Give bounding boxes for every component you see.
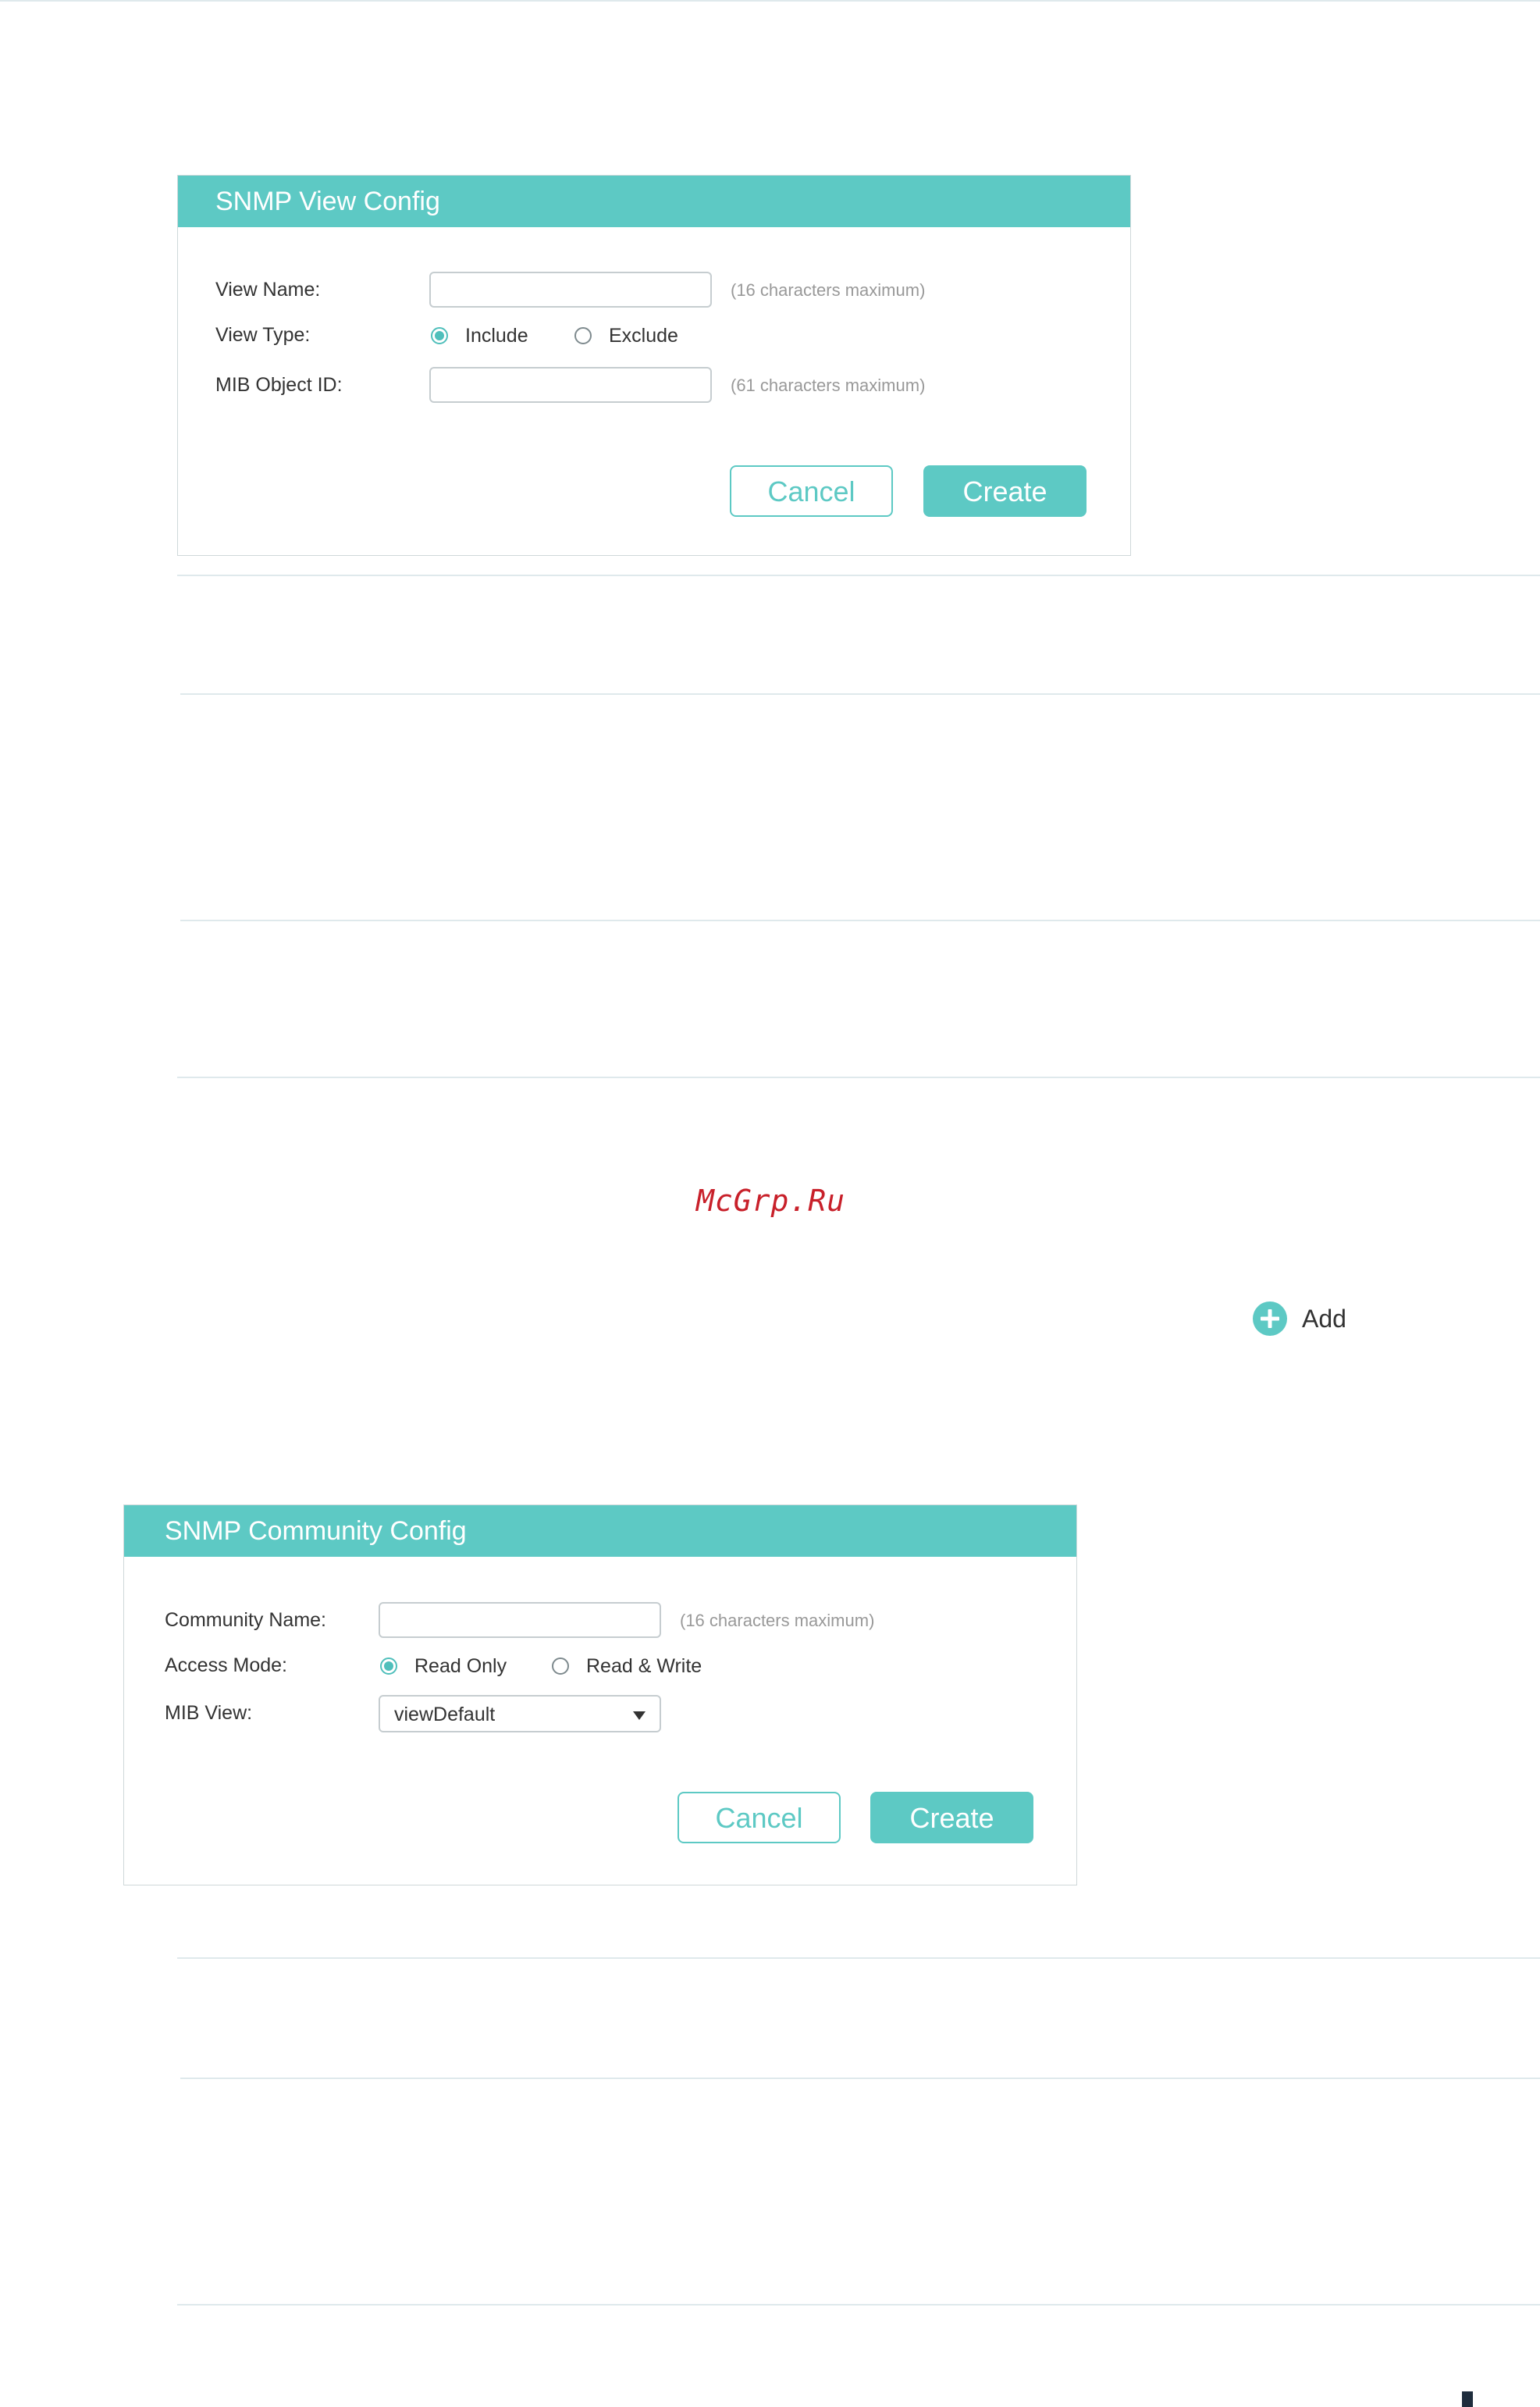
section-divider (177, 2304, 1540, 2306)
cancel-button[interactable]: Cancel (730, 465, 893, 517)
mib-object-hint: (61 characters maximum) (731, 376, 926, 395)
section-divider (177, 1957, 1540, 1959)
mib-object-row: MIB Object ID: (61 characters maximum) (215, 367, 1121, 404)
section-divider (180, 693, 1540, 695)
community-name-input[interactable] (379, 1602, 661, 1638)
radio-label: Exclude (609, 324, 678, 347)
view-name-hint: (16 characters maximum) (731, 280, 926, 300)
radio-unchecked-icon (574, 327, 592, 344)
section-divider (177, 1077, 1540, 1078)
mib-view-selected-value: viewDefault (394, 1704, 496, 1725)
panel-title: SNMP View Config (178, 176, 1130, 227)
top-divider (0, 0, 1540, 2)
radio-unchecked-icon (552, 1657, 569, 1675)
plus-circle-icon (1253, 1301, 1287, 1336)
access-mode-label: Access Mode: (165, 1654, 288, 1676)
section-divider (180, 920, 1540, 921)
snmp-community-config-panel: SNMP Community Config Community Name: (1… (123, 1504, 1077, 1885)
community-name-row: Community Name: (16 characters maximum) (165, 1602, 1070, 1640)
view-type-include-radio[interactable]: Include (431, 320, 528, 351)
radio-checked-icon (380, 1657, 397, 1675)
snmp-view-config-panel: SNMP View Config View Name: (16 characte… (177, 175, 1131, 556)
panel-title: SNMP Community Config (124, 1505, 1076, 1557)
mib-object-label: MIB Object ID: (215, 374, 343, 396)
section-divider (177, 575, 1540, 576)
radio-label: Read Only (414, 1654, 507, 1677)
add-button[interactable]: Add (1252, 1300, 1346, 1337)
mib-view-select[interactable]: viewDefault (379, 1695, 661, 1732)
mib-view-label: MIB View: (165, 1702, 253, 1724)
view-name-label: View Name: (215, 279, 321, 301)
add-label: Add (1302, 1304, 1346, 1333)
view-name-row: View Name: (16 characters maximum) (215, 272, 1121, 309)
access-mode-read-only-radio[interactable]: Read Only (380, 1650, 507, 1682)
view-type-label: View Type: (215, 324, 311, 346)
cancel-button[interactable]: Cancel (678, 1792, 841, 1843)
section-divider (180, 2078, 1540, 2079)
radio-label: Read & Write (586, 1654, 702, 1677)
radio-label: Include (465, 324, 528, 347)
radio-checked-icon (431, 327, 448, 344)
community-name-label: Community Name: (165, 1609, 326, 1631)
view-name-input[interactable] (429, 272, 712, 308)
view-type-row: View Type: Include Exclude (215, 317, 1121, 354)
page-corner-mark (1462, 2391, 1473, 2407)
mib-view-row: MIB View: viewDefault (165, 1695, 1070, 1732)
create-button[interactable]: Create (923, 465, 1087, 517)
watermark: McGrp.Ru (696, 1184, 846, 1218)
access-mode-read-write-radio[interactable]: Read & Write (552, 1650, 702, 1682)
community-name-hint: (16 characters maximum) (680, 1611, 875, 1630)
chevron-down-icon (633, 1711, 646, 1720)
create-button[interactable]: Create (870, 1792, 1033, 1843)
access-mode-row: Access Mode: Read Only Read & Write (165, 1647, 1070, 1685)
mib-object-input[interactable] (429, 367, 712, 403)
view-type-exclude-radio[interactable]: Exclude (574, 320, 678, 351)
